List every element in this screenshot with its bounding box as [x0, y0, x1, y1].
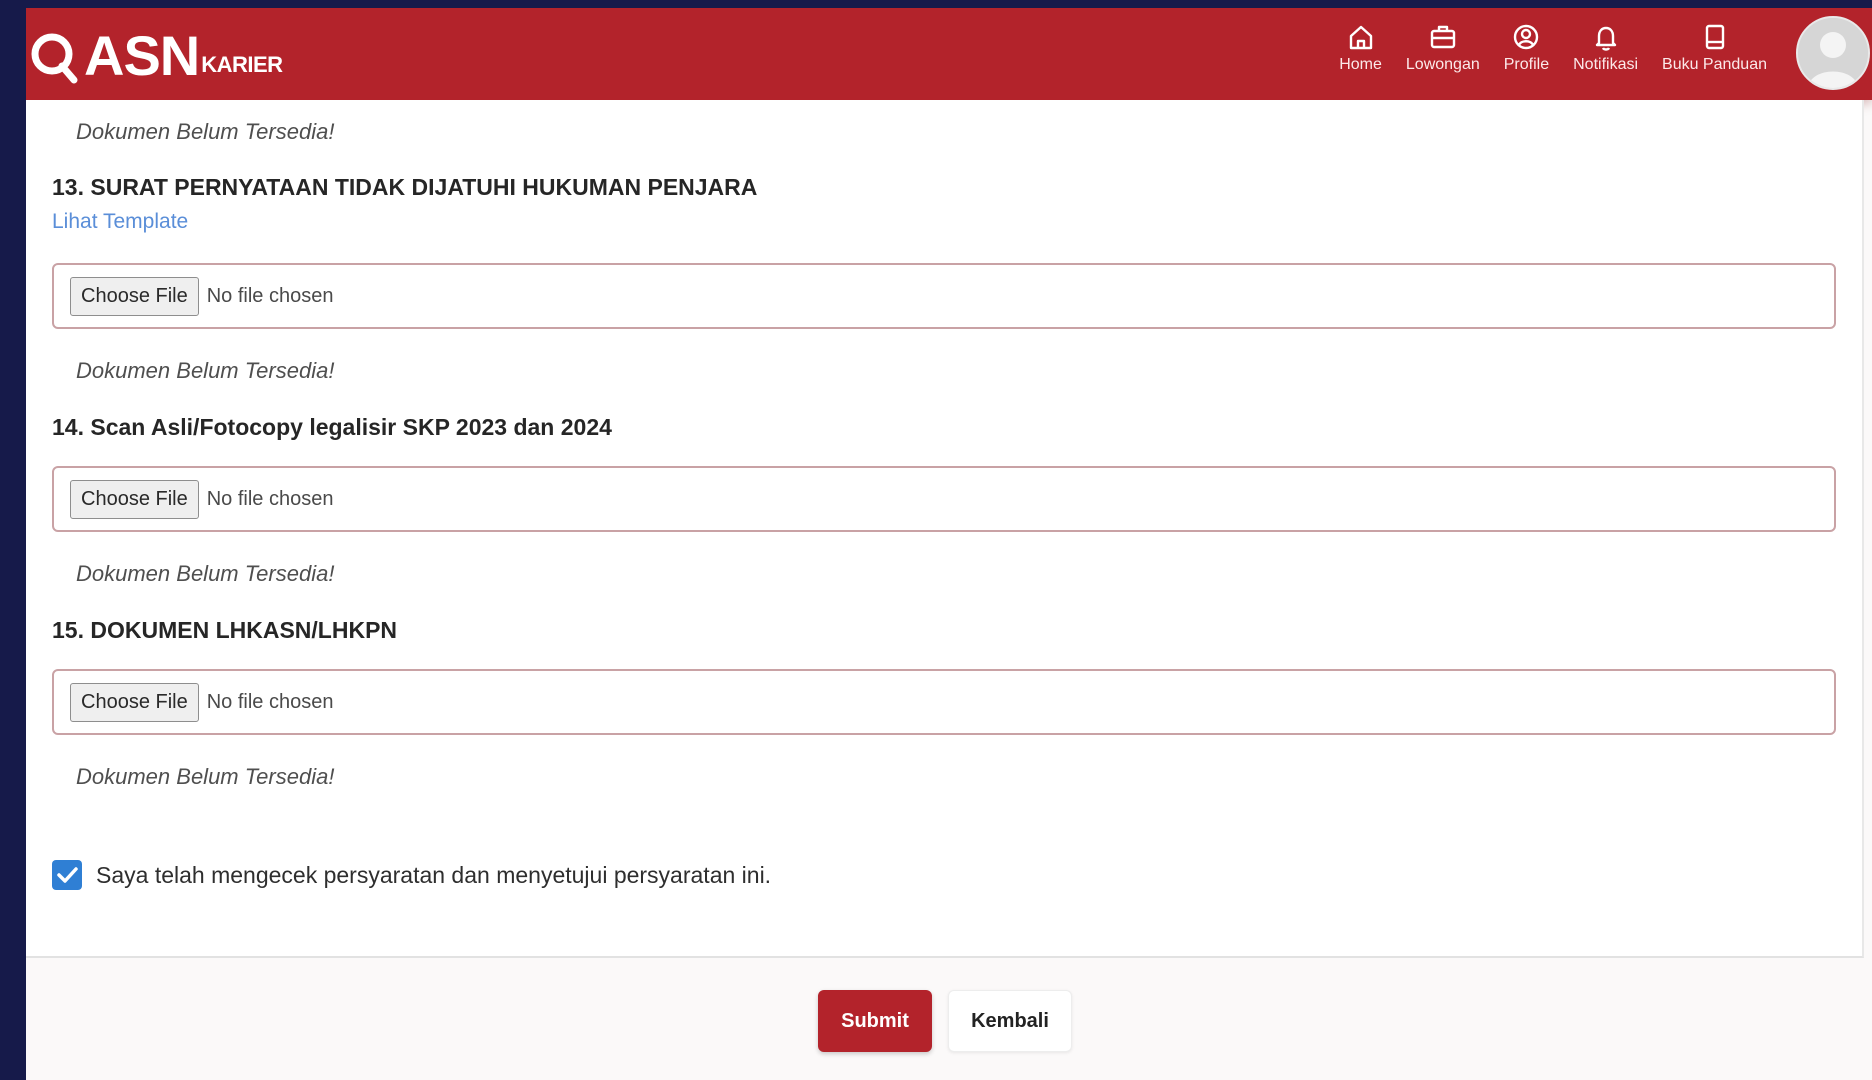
choose-file-button[interactable]: Choose File — [70, 276, 199, 316]
nav-menu: Home Lowongan Profile Notifikasi Buku Pa… — [1339, 22, 1767, 74]
brand-suffix: KARIER — [201, 52, 283, 77]
nav-item-buku-panduan[interactable]: Buku Panduan — [1662, 22, 1767, 74]
top-navbar: ASN KARIER Home Lowongan Profile Notifik… — [26, 8, 1872, 100]
book-icon — [1705, 24, 1724, 50]
choose-file-button[interactable]: Choose File — [70, 479, 199, 519]
user-avatar-icon — [1798, 18, 1868, 88]
nav-label-notifikasi: Notifikasi — [1573, 56, 1639, 73]
nav-label-home: Home — [1339, 56, 1382, 73]
nav-item-lowongan[interactable]: Lowongan — [1406, 22, 1480, 74]
briefcase-icon — [1430, 25, 1456, 49]
document-status: Dokumen Belum Tersedia! — [76, 119, 335, 144]
nav-item-home[interactable]: Home — [1339, 22, 1382, 74]
agreement-row: Saya telah mengecek persyaratan dan meny… — [52, 860, 771, 890]
field-title-15: 15. DOKUMEN LHKASN/LHKPN — [52, 617, 398, 643]
nav-label-lowongan: Lowongan — [1405, 56, 1480, 73]
document-status: Dokumen Belum Tersedia! — [76, 764, 335, 789]
home-icon — [1349, 25, 1372, 50]
app-window: ASN KARIER Home Lowongan Profile Notifik… — [26, 8, 1872, 1080]
choose-file-button[interactable]: Choose File — [70, 682, 199, 722]
nav-label-profile: Profile — [1503, 56, 1550, 73]
file-input-13: Choose File No file chosen — [52, 263, 1836, 329]
search-logo-icon — [31, 33, 78, 84]
agreement-label[interactable]: Saya telah mengecek persyaratan dan meny… — [96, 862, 771, 889]
field-title-13: 13. SURAT PERNYATAAN TIDAK DIJATUHI HUKU… — [52, 174, 758, 200]
back-button[interactable]: Kembali — [948, 990, 1072, 1052]
nav-label-buku-panduan: Buku Panduan — [1662, 56, 1767, 73]
brand-logo[interactable]: ASN KARIER — [30, 22, 283, 86]
document-status: Dokumen Belum Tersedia! — [76, 561, 335, 586]
checkmark-icon — [57, 867, 78, 883]
view-template-link[interactable]: Lihat Template — [52, 210, 188, 234]
document-status: Dokumen Belum Tersedia! — [76, 358, 335, 383]
submit-button[interactable]: Submit — [818, 990, 932, 1052]
profile-icon — [1514, 24, 1539, 50]
file-status-text: No file chosen — [206, 487, 334, 510]
file-input-15: Choose File No file chosen — [52, 669, 1836, 735]
user-avatar[interactable] — [1796, 16, 1870, 90]
agreement-checkbox[interactable] — [52, 860, 82, 890]
file-status-text: No file chosen — [206, 690, 334, 713]
file-input-14: Choose File No file chosen — [52, 466, 1836, 532]
field-title-14: 14. Scan Asli/Fotocopy legalisir SKP 202… — [52, 414, 612, 440]
file-status-text: No file chosen — [206, 284, 334, 307]
nav-item-profile[interactable]: Profile — [1504, 22, 1549, 74]
brand-name: ASN — [84, 24, 200, 87]
nav-item-notifikasi[interactable]: Notifikasi — [1573, 22, 1638, 74]
form-card: Dokumen Belum Tersedia! 13. SURAT PERNYA… — [26, 100, 1864, 958]
bell-icon — [1595, 26, 1616, 51]
